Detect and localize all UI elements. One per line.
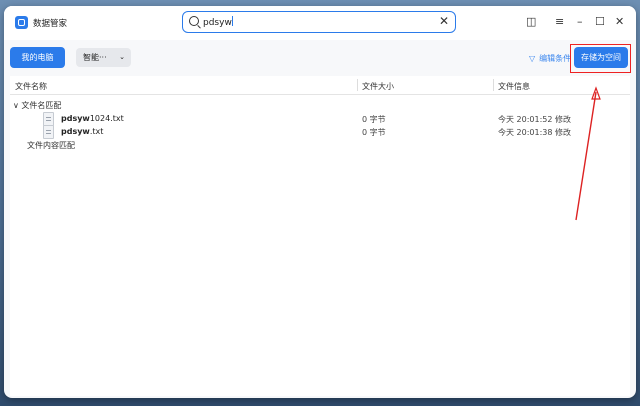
annotation-arrow bbox=[575, 86, 601, 221]
annotation-arrow-line bbox=[575, 91, 597, 221]
